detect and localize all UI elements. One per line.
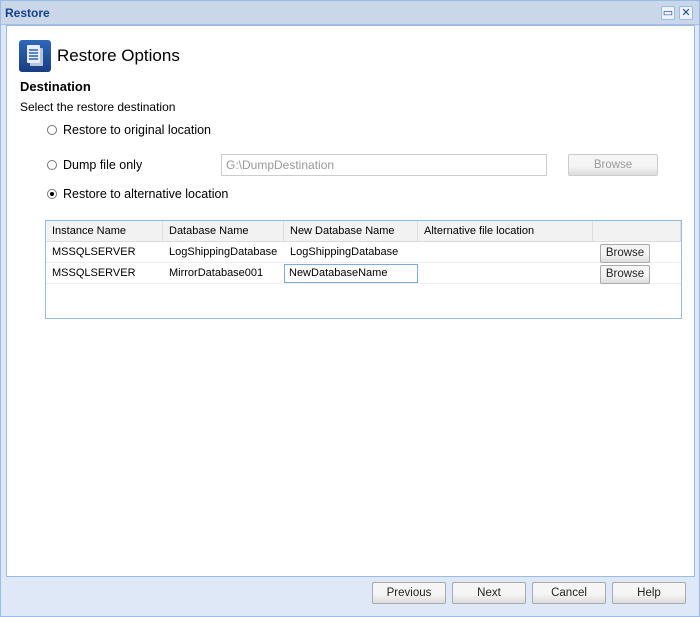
instance-cell: MSSQLSERVER (52, 267, 136, 279)
database-grid: Instance Name Database Name New Database… (45, 220, 682, 319)
browse-button[interactable]: Browse (600, 244, 650, 263)
table-row[interactable]: MSSQLSERVER LogShippingDatabase LogShipp… (46, 242, 681, 263)
section-subtitle: Select the restore destination (20, 100, 176, 114)
dump-browse-button[interactable]: Browse (568, 154, 658, 176)
grid-header: Instance Name Database Name New Database… (46, 221, 681, 242)
table-row[interactable]: MSSQLSERVER MirrorDatabase001 NewDatabas… (46, 263, 681, 284)
column-header[interactable]: Alternative file location (418, 221, 593, 241)
radio-button[interactable] (47, 189, 57, 199)
cancel-button[interactable]: Cancel (532, 582, 606, 604)
database-cell: LogShippingDatabase (169, 246, 278, 258)
new-database-name-input[interactable]: NewDatabaseName (284, 264, 418, 283)
window-title: Restore (5, 6, 50, 20)
radio-label: Restore to alternative location (63, 187, 229, 201)
dump-destination-input[interactable]: G:\DumpDestination (221, 154, 547, 176)
radio-button[interactable] (47, 125, 57, 135)
database-cell: MirrorDatabase001 (169, 267, 264, 279)
next-button[interactable]: Next (452, 582, 526, 604)
new-name-cell[interactable]: LogShippingDatabase (284, 242, 418, 262)
maximize-icon[interactable]: ▭ (661, 6, 675, 20)
document-icon (19, 40, 51, 72)
column-header[interactable]: Instance Name (46, 221, 163, 241)
radio-button[interactable] (47, 160, 57, 170)
column-header[interactable]: New Database Name (284, 221, 418, 241)
location-cell[interactable] (418, 263, 593, 283)
content-panel: Restore Options Destination Select the r… (6, 25, 695, 577)
radio-label: Restore to original location (63, 123, 211, 137)
radio-label: Dump file only (63, 158, 143, 172)
close-icon[interactable]: ✕ (679, 6, 693, 20)
radio-alternative-location[interactable]: Restore to alternative location (47, 187, 228, 201)
location-cell[interactable] (418, 242, 593, 262)
column-header[interactable]: Database Name (163, 221, 284, 241)
instance-cell: MSSQLSERVER (52, 246, 136, 258)
radio-dump-file[interactable]: Dump file only (47, 158, 142, 172)
section-title: Destination (20, 79, 91, 94)
previous-button[interactable]: Previous (372, 582, 446, 604)
browse-button[interactable]: Browse (600, 265, 650, 284)
page-title: Restore Options (57, 46, 180, 65)
restore-window: Restore ▭ ✕ Restore Options Destination … (0, 0, 700, 617)
column-header (593, 221, 681, 241)
help-button[interactable]: Help (612, 582, 686, 604)
radio-original-location[interactable]: Restore to original location (47, 123, 211, 137)
title-bar: Restore ▭ ✕ (1, 1, 699, 25)
